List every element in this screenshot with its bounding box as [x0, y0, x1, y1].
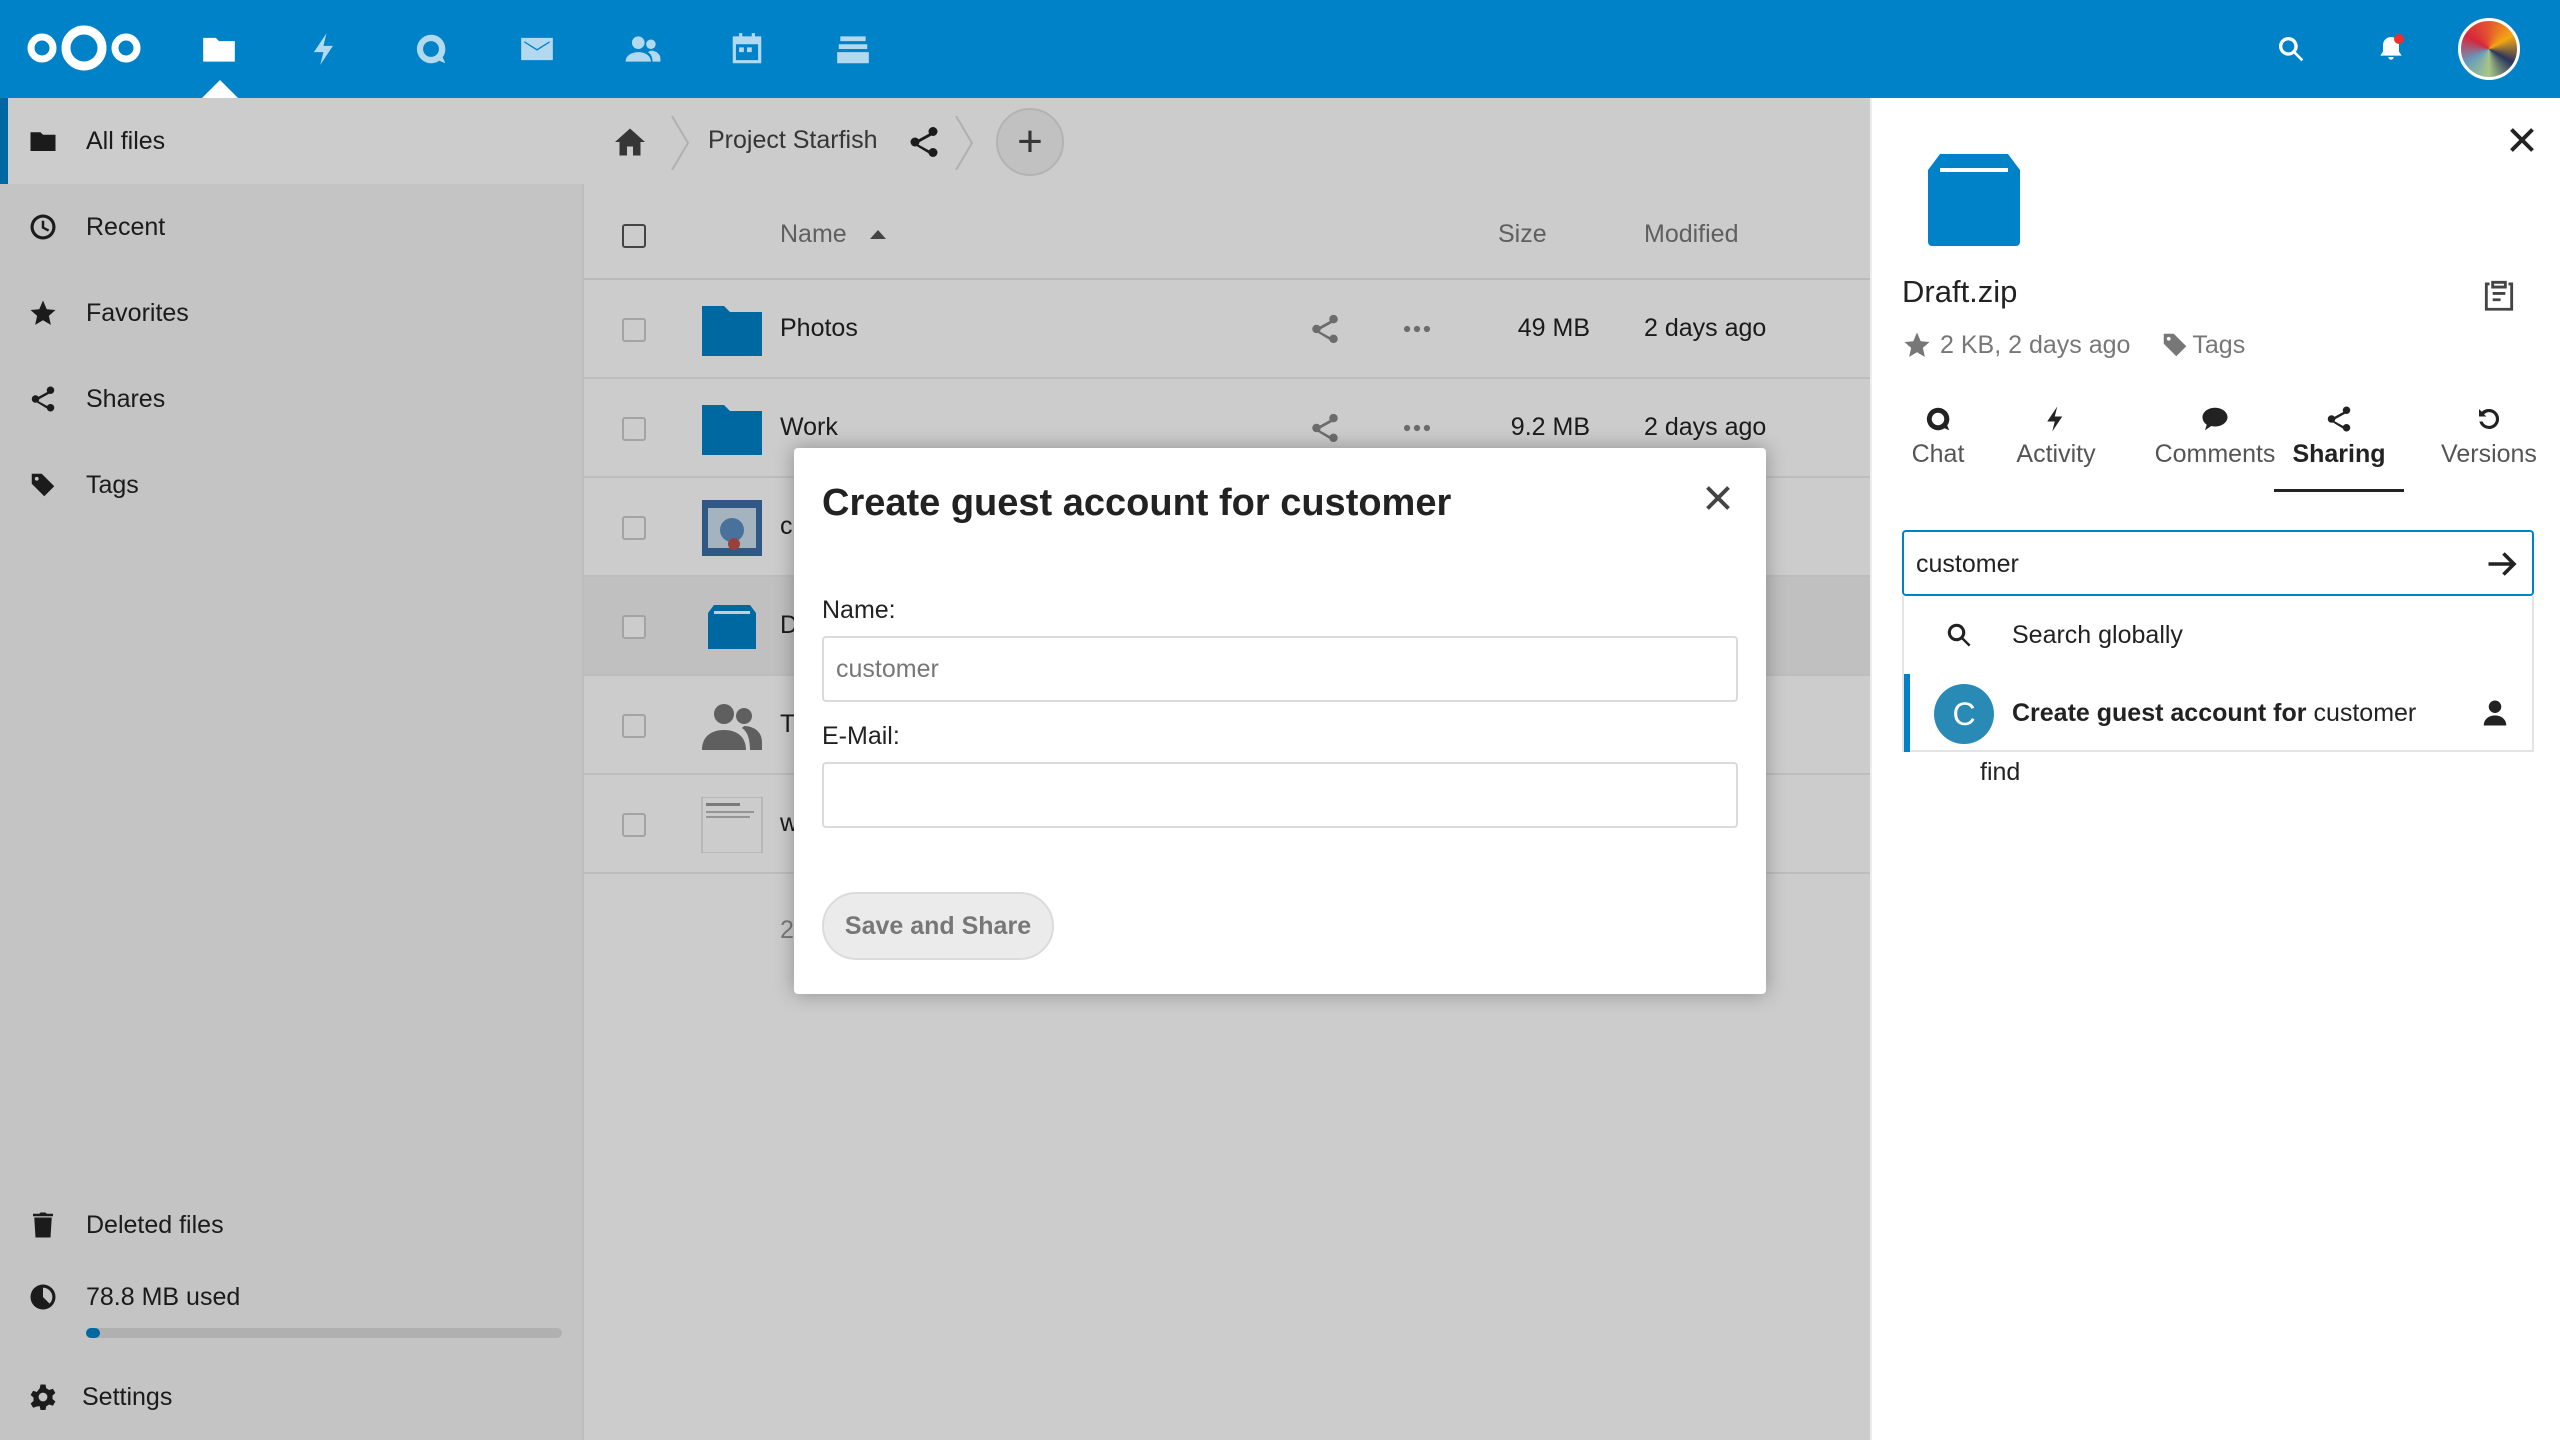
create-guest-label: Create guest account for customer	[2012, 699, 2416, 728]
calendar-app-icon[interactable]	[722, 24, 772, 74]
email-label: E-Mail:	[822, 722, 900, 750]
name-label: Name:	[822, 596, 896, 624]
search-globally-option[interactable]: Search globally	[1904, 596, 2534, 674]
share-autocomplete-dropdown: Search globally C Create guest account f…	[1902, 596, 2534, 752]
archive-icon	[1928, 154, 2020, 246]
files-app-icon[interactable]	[194, 24, 244, 74]
search-icon[interactable]	[2266, 24, 2316, 74]
mail-app-icon[interactable]	[512, 24, 562, 74]
save-and-share-button[interactable]: Save and Share	[822, 892, 1054, 960]
sidebar-tabs: Chat Activity Comments Sharing Versions	[1872, 398, 2560, 494]
tab-label: Chat	[1911, 440, 1965, 468]
user-icon	[2483, 700, 2507, 726]
create-guest-option[interactable]: C Create guest account for customer	[1904, 674, 2534, 752]
chat-icon	[1926, 407, 1950, 431]
share-search-box	[1902, 530, 2534, 596]
history-icon	[2479, 408, 2500, 429]
contacts-app-icon[interactable]	[618, 24, 668, 74]
tab-label: Comments	[2154, 440, 2276, 468]
top-header	[0, 0, 2560, 98]
user-avatar[interactable]	[2458, 18, 2520, 80]
tag-icon[interactable]	[2160, 330, 2190, 360]
close-icon[interactable]	[1700, 480, 1736, 516]
details-sidebar: Draft.zip 2 KB, 2 days ago Tags Chat Act…	[1870, 98, 2560, 1440]
tab-versions[interactable]: Versions	[2426, 398, 2552, 492]
create-guest-name: customer	[2313, 698, 2417, 727]
comment-icon	[2202, 407, 2228, 431]
nextcloud-logo[interactable]	[22, 18, 146, 78]
notifications-icon[interactable]	[2366, 24, 2416, 74]
guest-avatar: C	[1934, 684, 1994, 744]
talk-app-icon[interactable]	[406, 24, 456, 74]
activity-app-icon[interactable]	[300, 24, 350, 74]
search-globally-label: Search globally	[2012, 620, 2183, 649]
close-icon[interactable]	[2504, 122, 2540, 158]
name-field-box	[822, 636, 1738, 702]
email-field-box	[822, 762, 1738, 828]
tab-chat[interactable]: Chat	[1898, 398, 1978, 492]
file-meta: 2 KB, 2 days ago Tags	[1902, 330, 2245, 360]
tab-label: Sharing	[2292, 440, 2386, 468]
tab-activity[interactable]: Activity	[1998, 398, 2114, 492]
find-label: find	[1980, 758, 2021, 786]
dialog-title: Create guest account for customer	[822, 482, 1452, 524]
star-icon[interactable]	[1902, 330, 1932, 360]
tab-label: Activity	[2016, 440, 2096, 468]
search-icon	[1947, 623, 1971, 647]
lightning-icon	[2047, 406, 2063, 432]
create-guest-dialog: Create guest account for customer Name: …	[794, 448, 1766, 994]
arrow-right-icon[interactable]	[2484, 546, 2520, 582]
share-icon	[2327, 406, 2351, 432]
tab-label: Versions	[2441, 440, 2537, 468]
create-guest-prefix: Create guest account for	[2012, 698, 2314, 727]
name-field[interactable]	[824, 638, 1736, 700]
notification-badge	[2394, 34, 2404, 44]
email-field[interactable]	[824, 764, 1736, 826]
active-app-indicator	[202, 80, 238, 98]
tags-link[interactable]: Tags	[2192, 331, 2245, 360]
tab-sharing[interactable]: Sharing	[2274, 398, 2404, 492]
file-size-date: 2 KB, 2 days ago	[1940, 330, 2131, 359]
clipboard-icon[interactable]	[2480, 276, 2518, 314]
deck-app-icon[interactable]	[828, 24, 878, 74]
share-search-input[interactable]	[1916, 546, 2476, 582]
file-title: Draft.zip	[1902, 274, 2018, 309]
